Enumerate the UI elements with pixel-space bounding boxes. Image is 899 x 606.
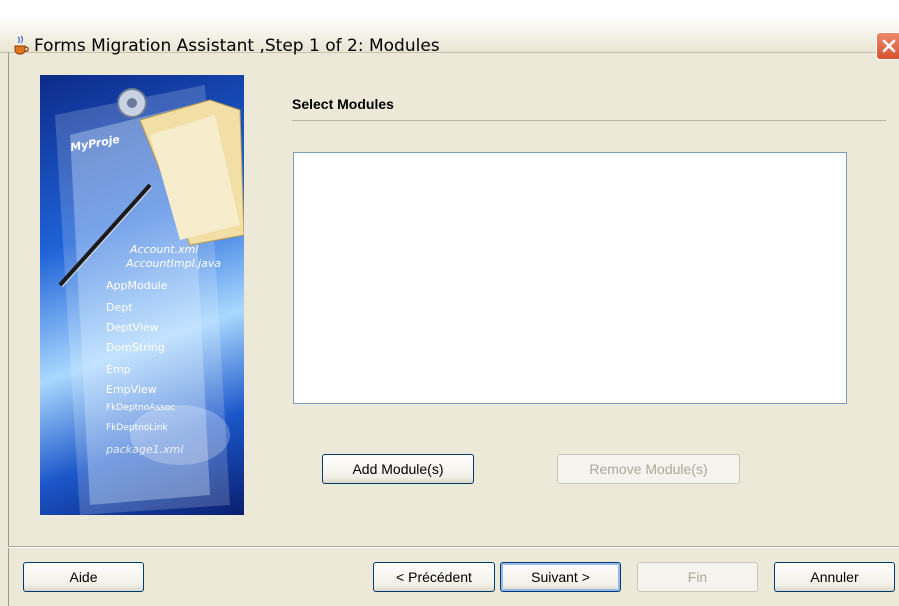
tree-item: AccountImpl.java — [126, 257, 222, 270]
tree-item: DeptView — [106, 321, 159, 334]
tree-item: package1.xml — [106, 443, 184, 456]
tree-item: Emp — [106, 363, 131, 376]
previous-button[interactable]: < Précédent — [373, 562, 495, 592]
title-bar[interactable]: Forms Migration Assistant ,Step 1 of 2: … — [0, 14, 899, 60]
wizard-dialog: Forms Migration Assistant ,Step 1 of 2: … — [0, 0, 899, 606]
section-divider — [292, 120, 886, 121]
tree-item: AppModule — [106, 279, 168, 292]
remove-module-button[interactable]: Remove Module(s) — [557, 454, 740, 484]
tree-item: DomString — [106, 341, 165, 354]
module-list[interactable] — [293, 152, 847, 404]
footer-separator — [8, 546, 899, 547]
help-button[interactable]: Aide — [23, 562, 144, 592]
tree-item: Account.xml — [130, 243, 199, 256]
top-strip — [0, 0, 899, 14]
next-button[interactable]: Suivant > — [500, 562, 621, 592]
tree-item: FkDeptnoLink — [106, 423, 168, 433]
section-title: Select Modules — [292, 96, 394, 112]
cancel-button[interactable]: Annuler — [774, 562, 895, 592]
tree-item: EmpView — [106, 383, 157, 396]
finish-button[interactable]: Fin — [637, 562, 758, 592]
add-module-button[interactable]: Add Module(s) — [322, 454, 474, 484]
tree-item: FkDeptnoAssoc — [106, 403, 176, 413]
tree-item: Dept — [106, 301, 133, 314]
wizard-side-image: MyProje Account.xml AccountImpl.java App… — [40, 75, 244, 515]
